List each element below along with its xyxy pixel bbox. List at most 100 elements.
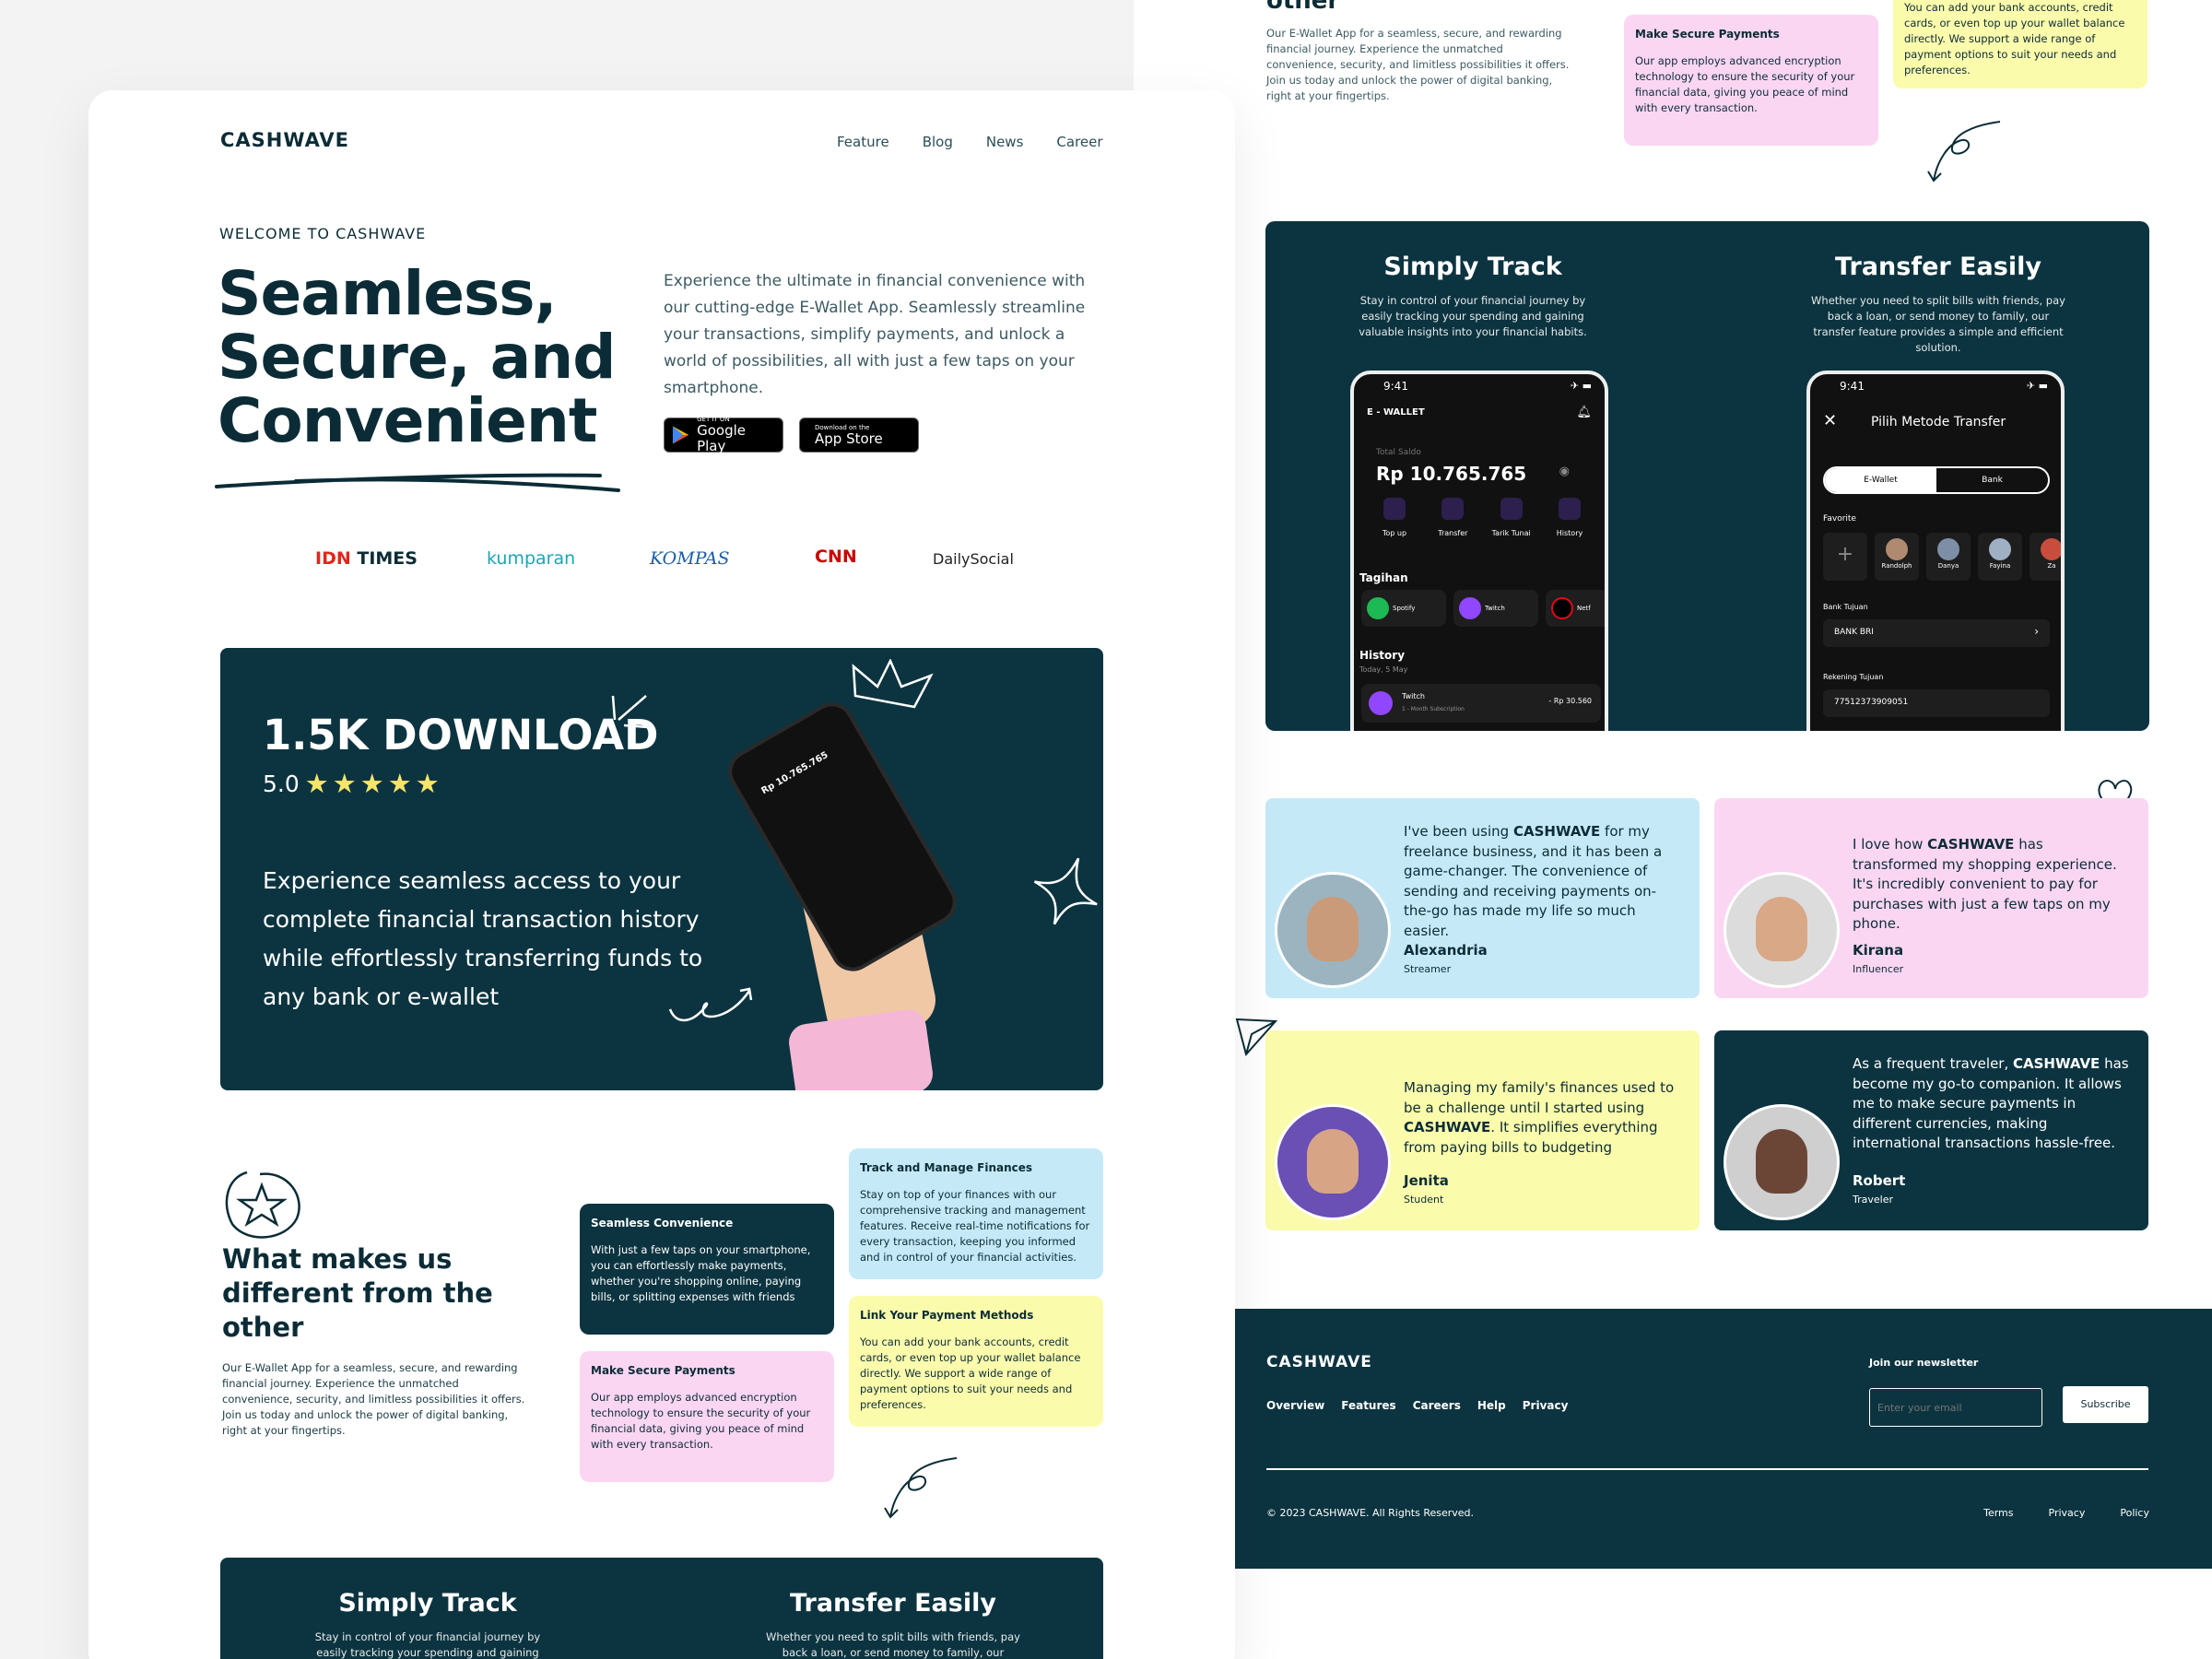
hero-description: Experience the ultimate in financial con… [664,272,1086,397]
hero-eyebrow: WELCOME TO CASHWAVE [219,225,427,242]
avatar [1275,1104,1391,1220]
bell-icon[interactable]: 🔔︎ [1576,406,1592,419]
tab-bank[interactable]: Bank [1936,468,2048,492]
google-play-button[interactable]: GET IT ON Google Play [664,416,783,454]
main-nav: Feature Blog News Career [837,134,1103,150]
footer-link-help[interactable]: Help [1477,1399,1506,1412]
paper-plane-icon [1235,1018,1278,1057]
testimonial-card: As a frequent traveler, CASHWAVE has bec… [1714,1030,2148,1230]
bank-label: Bank Tujuan [1823,603,1868,611]
status-icons: ✈ ▬ [2026,380,2048,392]
rating: 5.0 ★★★★★ [263,768,443,799]
footer-divider [1266,1468,2148,1470]
right-page: other Our E-Wallet App for a seamless, s… [1134,0,2212,1659]
topup-action[interactable]: Top up [1367,498,1422,544]
simply-track-text: Stay in control of your financial journe… [1359,294,1587,338]
footer-link-careers[interactable]: Careers [1413,1399,1461,1412]
testimonial-card: Managing my family's finances used to be… [1265,1030,1700,1230]
swirl-arrow-icon [668,987,753,1022]
bill-netflix[interactable]: Netf [1546,590,1605,627]
history-label: History [1359,649,1406,662]
footer-brand: CASHWAVE [1266,1353,1372,1371]
app-store-button[interactable]: Download on the App Store [799,418,919,453]
bill-twitch[interactable]: Twitch [1453,590,1538,627]
arrow-doodle-icon [1927,121,2001,182]
hand-phone-illustration: Rp 10.765.765 [718,685,994,1090]
bill-spotify[interactable]: Spotify [1361,590,1446,627]
footer-link-features[interactable]: Features [1341,1399,1395,1412]
sparkle-star-icon [1033,857,1098,925]
footer-link-privacy[interactable]: Privacy [1523,1399,1569,1412]
different-title-fragment: other [1266,0,1340,15]
google-play-icon [672,426,689,444]
logo[interactable]: CASHWAVE [220,129,349,151]
account-input[interactable]: 77512373909051 [1823,689,2050,717]
different-text: Our E-Wallet App for a seamless, secure,… [1266,27,1570,102]
hero-title: Seamless, Secure, and Convenient [218,258,617,456]
favorite-label: Favorite [1823,514,1856,524]
footer: CASHWAVE Overview Features Careers Help … [1235,1309,2212,1569]
copyright: © 2023 CASHWAVE. All Rights Reserved. [1266,1507,1475,1519]
testimonial-author: Robert Traveler [1853,1172,1906,1206]
favorite-contact[interactable]: Za [2030,533,2061,581]
transfer-easily-title: Transfer Easily [790,1589,996,1618]
terms-link[interactable]: Terms [1983,1507,2013,1519]
chevron-right-icon: › [2034,625,2039,638]
card-track-finances: Track and Manage Finances Stay on top of… [849,1148,1103,1279]
withdraw-action[interactable]: Tarik Tunai [1484,498,1539,544]
nav-career[interactable]: Career [1056,134,1102,150]
nav-feature[interactable]: Feature [837,134,889,150]
bank-select[interactable]: BANK BRI › [1823,619,2050,647]
favorite-contact[interactable]: Danya [1926,533,1971,581]
favorite-contact[interactable]: Randolph [1875,533,1919,581]
avatar [1724,872,1840,988]
avatar [1275,872,1391,988]
simply-track-title: Simply Track [1383,253,1562,281]
wallet-actions: Top up Transfer Tarik Tunai History [1367,498,1597,544]
balance-amount: Rp 10.765.765 [1376,463,1527,485]
features-panel: Simply Track Stay in control of your fin… [220,1558,1103,1659]
card-seamless-convenience: Seamless Convenience With just a few tap… [580,1204,834,1335]
transfer-tabs: E-Wallet Bank [1823,466,2050,494]
simply-track-title: Simply Track [338,1589,517,1618]
history-item[interactable]: Twitch 1 - Month Subscription - Rp 30.56… [1361,684,1601,723]
testimonial-author: Kirana Influencer [1853,942,1904,975]
history-action[interactable]: History [1542,498,1597,544]
accent-lines-icon [611,695,649,729]
nav-blog[interactable]: Blog [923,134,953,150]
testimonial-card: I love how CASHWAVE has transformed my s… [1714,798,2148,998]
add-favorite-button[interactable]: + [1823,533,1867,581]
features-panel: Simply Track Stay in control of your fin… [1265,221,2149,731]
different-title: What makes us different from the other [222,1243,493,1343]
footer-link-overview[interactable]: Overview [1266,1399,1324,1412]
subscribe-button[interactable]: Subscribe [2063,1386,2148,1423]
testimonial-text: As a frequent traveler, CASHWAVE has bec… [1853,1055,2129,1151]
favorite-contact[interactable]: Fayina [1978,533,2022,581]
bills-label: Tagihan [1359,571,1408,584]
balance-label: Total Saldo [1376,448,1421,457]
tab-ewallet[interactable]: E-Wallet [1825,468,1936,492]
transfer-easily-text: Whether you need to split bills with fri… [766,1630,1020,1659]
download-banner: 1.5K DOWNLOAD 5.0 ★★★★★ Experience seaml… [220,648,1103,1090]
eye-icon[interactable]: ◉ [1559,465,1570,478]
testimonial-card: I've been using CASHWAVE for my freelanc… [1265,798,1700,998]
transfer-action[interactable]: Transfer [1425,498,1480,544]
simply-track-text: Stay in control of your financial journe… [314,1630,541,1659]
testimonial-text: Managing my family's finances used to be… [1404,1079,1675,1156]
press-logo-idn-times: IDN TIMES [315,548,418,569]
avatar [1724,1104,1840,1220]
newsletter-email-input[interactable] [1869,1388,2042,1427]
footer-links: Overview Features Careers Help Privacy [1266,1399,1568,1412]
privacy-link[interactable]: Privacy [2049,1507,2086,1519]
policy-link[interactable]: Policy [2120,1507,2149,1519]
star-rating-icon: ★★★★★ [304,768,443,799]
close-icon[interactable]: ✕ [1823,411,1837,430]
press-logo-kumparan: kumparan [487,548,576,569]
testimonial-text: I've been using CASHWAVE for my freelanc… [1404,823,1663,939]
status-time: 9:41 [1840,380,1865,393]
newsletter-label: Join our newsletter [1869,1357,1979,1369]
star-circle-doodle-icon [225,1171,300,1239]
transfer-title: Pilih Metode Transfer [1871,415,2006,429]
nav-news[interactable]: News [986,134,1024,150]
card-link-payment-top: You can add your bank accounts, credit c… [1893,0,2147,88]
